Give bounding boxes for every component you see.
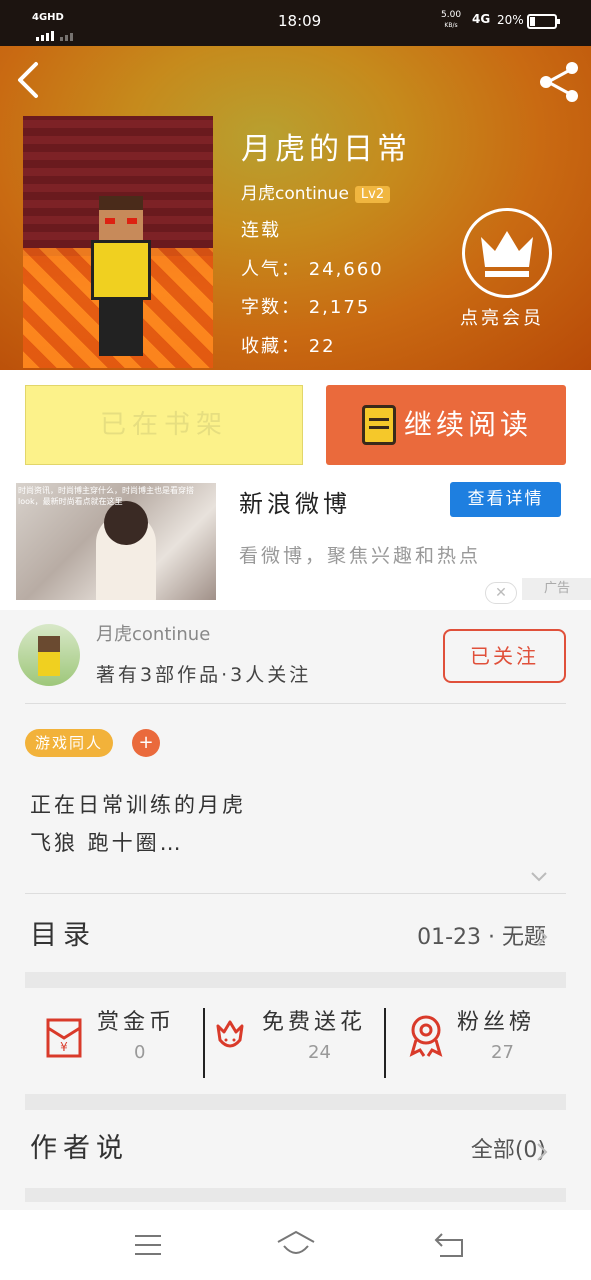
description-line: 正在日常训练的月虎 bbox=[30, 793, 246, 817]
flower-icon bbox=[216, 1020, 244, 1048]
net-speed-unit: KB/s bbox=[444, 22, 458, 29]
book-icon bbox=[362, 405, 396, 445]
stat-label: 粉丝榜 bbox=[457, 1010, 536, 1035]
ad-tag: 广告 bbox=[522, 578, 591, 600]
author-card[interactable]: 月虎continue 著有3部作品·3人关注 已关注 bbox=[0, 610, 591, 705]
popularity-value: 24,660 bbox=[308, 259, 384, 280]
author-name: 月虎continue bbox=[241, 184, 349, 204]
stat-label: 免费送花 bbox=[262, 1010, 367, 1035]
add-tag-button[interactable]: + bbox=[132, 729, 160, 757]
catalog-label: 目录 bbox=[30, 920, 96, 951]
vip-label: 点亮会员 bbox=[460, 308, 544, 329]
reward-coins-button[interactable]: ¥ 赏金币 0 bbox=[40, 990, 205, 1080]
stat-value: 27 bbox=[491, 1042, 514, 1063]
popularity-row: 人气： 24,660 bbox=[241, 255, 384, 281]
svg-text:¥: ¥ bbox=[60, 1040, 68, 1054]
section-separator bbox=[25, 1094, 566, 1110]
stat-label: 赏金币 bbox=[97, 1010, 176, 1035]
ad-details-button[interactable]: 查看详情 bbox=[450, 482, 561, 517]
book-cover[interactable] bbox=[23, 116, 213, 368]
favorites-label: 收藏： bbox=[241, 336, 301, 357]
menu-icon[interactable] bbox=[133, 1234, 163, 1256]
divider bbox=[25, 893, 566, 894]
signal-type: 4G bbox=[472, 12, 491, 26]
ad-subtitle: 看微博，聚焦兴趣和热点 bbox=[239, 545, 482, 567]
genre-tag[interactable]: 游戏同人 bbox=[25, 729, 114, 757]
chevron-right-icon bbox=[537, 928, 548, 946]
author-says-label: 作者说 bbox=[30, 1133, 129, 1164]
cover-character bbox=[91, 196, 151, 356]
avatar[interactable] bbox=[18, 624, 80, 686]
favorites-row: 收藏： 22 bbox=[241, 332, 336, 358]
action-bar: 已在书架 继续阅读 bbox=[0, 370, 591, 478]
ad-title: 新浪微博 bbox=[239, 490, 351, 518]
chevron-right-icon bbox=[537, 1143, 548, 1161]
book-header: 月虎的日常 月虎continue Lv2 连载 人气： 24,660 字数： 2,… bbox=[0, 46, 591, 370]
book-title: 月虎的日常 bbox=[241, 132, 411, 167]
ad-banner[interactable]: 时尚资讯，时尚博主穿什么，时尚博主也是看穿搭look，最新时尚看点就在这里 新浪… bbox=[0, 478, 591, 610]
stats-row: ¥ 赏金币 0 免费送花 24 粉丝榜 27 bbox=[25, 990, 566, 1080]
battery-icon bbox=[527, 14, 560, 29]
author-says-count: 全部(0) bbox=[470, 1138, 546, 1163]
signal-bars-icon bbox=[36, 25, 75, 41]
favorites-value: 22 bbox=[308, 336, 336, 357]
battery-percent: 20% bbox=[497, 13, 524, 27]
ad-image-caption: 时尚资讯，时尚博主穿什么，时尚博主也是看穿搭look，最新时尚看点就在这里 bbox=[18, 486, 194, 506]
network-type: 4GHD bbox=[32, 12, 64, 23]
author-card-name: 月虎continue bbox=[96, 624, 211, 645]
clock: 18:09 bbox=[278, 12, 322, 30]
followed-button[interactable]: 已关注 bbox=[443, 629, 566, 683]
stat-value: 0 bbox=[134, 1042, 146, 1063]
net-speed: 5.00 KB/s bbox=[441, 10, 461, 31]
continue-reading-button[interactable]: 继续阅读 bbox=[326, 385, 566, 465]
stat-divider bbox=[384, 1008, 386, 1078]
share-button[interactable] bbox=[536, 58, 582, 104]
level-badge: Lv2 bbox=[354, 185, 391, 203]
net-speed-value: 5.00 bbox=[441, 10, 462, 20]
book-description: 正在日常训练的月虎 飞狼 跑十圈… bbox=[30, 786, 246, 862]
stat-value: 24 bbox=[308, 1042, 331, 1063]
divider bbox=[25, 703, 566, 704]
home-icon[interactable] bbox=[276, 1230, 316, 1258]
latest-chapter: 01-23 · 无题 bbox=[417, 925, 546, 950]
book-status: 连载 bbox=[241, 220, 281, 241]
medal-icon bbox=[409, 1015, 443, 1057]
share-icon bbox=[540, 62, 578, 102]
words-row: 字数： 2,175 bbox=[241, 293, 370, 319]
author-card-stats: 著有3部作品·3人关注 bbox=[96, 664, 312, 686]
words-label: 字数： bbox=[241, 297, 301, 318]
author-says-row[interactable]: 作者说 全部(0) bbox=[0, 1110, 591, 1188]
back-button[interactable] bbox=[14, 60, 50, 100]
description-line: 飞狼 跑十圈… bbox=[30, 831, 184, 855]
book-author[interactable]: 月虎continue Lv2 bbox=[241, 179, 391, 204]
catalog-row[interactable]: 目录 01-23 · 无题 bbox=[0, 895, 591, 971]
continue-reading-label: 继续阅读 bbox=[404, 408, 533, 441]
words-value: 2,175 bbox=[308, 297, 371, 318]
crown-icon bbox=[481, 231, 533, 277]
in-shelf-button[interactable]: 已在书架 bbox=[25, 385, 303, 465]
status-bar: 4GHD 18:09 5.00 KB/s 4G 20% bbox=[0, 0, 591, 46]
red-envelope-icon: ¥ bbox=[46, 1018, 82, 1058]
vip-button[interactable] bbox=[462, 208, 552, 298]
fan-ranking-button[interactable]: 粉丝榜 27 bbox=[390, 990, 565, 1080]
chevron-down-icon bbox=[531, 872, 547, 882]
stat-divider bbox=[203, 1008, 205, 1078]
chevron-left-icon bbox=[18, 62, 38, 98]
system-nav-bar bbox=[0, 1210, 591, 1280]
section-separator bbox=[25, 972, 566, 988]
back-nav-icon[interactable] bbox=[434, 1232, 466, 1258]
expand-description-button[interactable] bbox=[530, 868, 548, 886]
section-separator bbox=[25, 1188, 566, 1202]
ad-close-button[interactable]: ✕ bbox=[485, 582, 517, 604]
popularity-label: 人气： bbox=[241, 259, 301, 280]
ad-image[interactable]: 时尚资讯，时尚博主穿什么，时尚博主也是看穿搭look，最新时尚看点就在这里 bbox=[16, 483, 216, 600]
free-flower-button[interactable]: 免费送花 24 bbox=[208, 990, 383, 1080]
